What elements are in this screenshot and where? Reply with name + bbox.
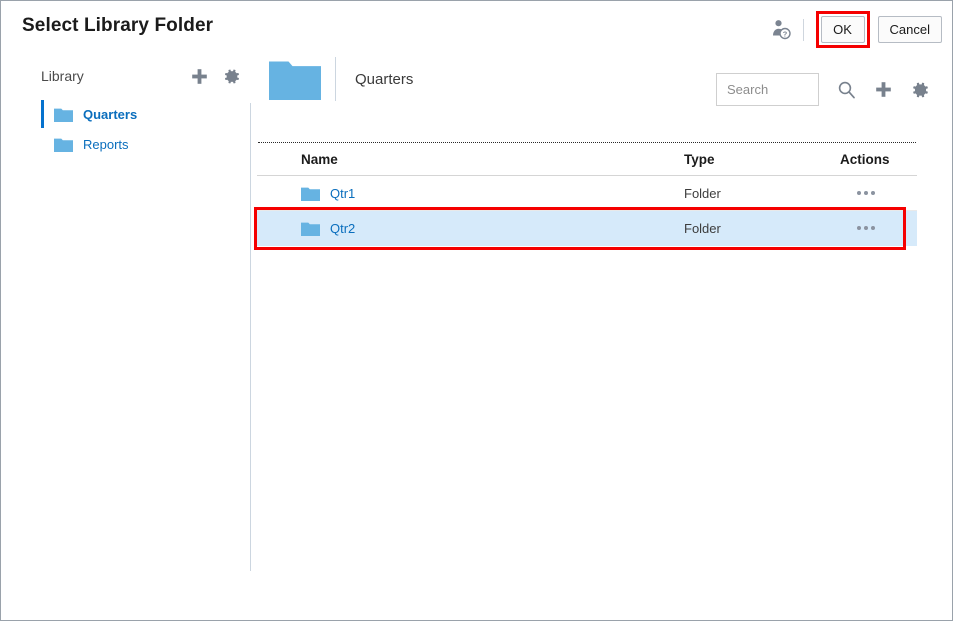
row-name-link[interactable]: Qtr1 bbox=[330, 186, 355, 201]
dialog-footer bbox=[1, 571, 952, 620]
main-content: Quarters Search Name Type Actions Qtr1 F… bbox=[251, 48, 952, 571]
plus-icon[interactable] bbox=[873, 80, 893, 100]
ok-button-highlight: OK bbox=[815, 11, 870, 48]
gear-icon[interactable] bbox=[222, 67, 241, 86]
folder-icon bbox=[301, 187, 320, 201]
folder-table: Name Type Actions Qtr1 Folder Qtr2 Folde… bbox=[254, 142, 917, 250]
column-header-name[interactable]: Name bbox=[301, 152, 338, 167]
sidebar-title: Library bbox=[41, 68, 84, 84]
dialog-header: Select Library Folder ? OK Cancel bbox=[1, 1, 952, 48]
sidebar-header: Library bbox=[41, 67, 239, 89]
page-title: Select Library Folder bbox=[22, 15, 214, 36]
breadcrumb: Quarters bbox=[269, 54, 413, 104]
dot bbox=[871, 191, 875, 195]
table-row[interactable]: Qtr1 Folder bbox=[257, 176, 917, 211]
content-toolbar bbox=[716, 73, 930, 106]
column-header-actions: Actions bbox=[840, 152, 890, 167]
cancel-button[interactable]: Cancel bbox=[877, 16, 942, 43]
svg-text:?: ? bbox=[782, 29, 787, 38]
folder-icon bbox=[54, 108, 73, 122]
column-header-type[interactable]: Type bbox=[684, 152, 715, 167]
sidebar-item-reports[interactable]: Reports bbox=[41, 130, 241, 158]
sidebar-item-quarters[interactable]: Quarters bbox=[41, 100, 241, 128]
header-divider bbox=[802, 18, 804, 41]
library-sidebar: Library Quarters Reports bbox=[1, 48, 251, 618]
user-help-icon[interactable]: ? bbox=[768, 17, 794, 43]
gear-icon[interactable] bbox=[910, 80, 930, 100]
search-icon[interactable] bbox=[836, 80, 856, 100]
table-row[interactable]: Qtr2 Folder bbox=[254, 207, 917, 250]
header-actions: ? OK Cancel bbox=[768, 11, 942, 48]
plus-icon[interactable] bbox=[190, 67, 209, 86]
dot bbox=[857, 226, 861, 230]
folder-icon bbox=[301, 222, 320, 236]
more-options-icon[interactable] bbox=[857, 191, 875, 195]
more-options-icon[interactable] bbox=[857, 226, 875, 230]
dot bbox=[864, 226, 868, 230]
table-header-row: Name Type Actions bbox=[257, 143, 917, 176]
row-name-cell: Qtr2 bbox=[301, 221, 355, 236]
breadcrumb-divider bbox=[335, 57, 336, 101]
dot bbox=[857, 191, 861, 195]
sidebar-item-label: Quarters bbox=[83, 106, 138, 122]
selection-accent-bar bbox=[41, 100, 44, 128]
sidebar-item-label: Reports bbox=[83, 136, 129, 152]
select-library-folder-dialog: Select Library Folder ? OK Cancel Librar… bbox=[0, 0, 953, 621]
row-type-cell: Folder bbox=[684, 185, 721, 201]
dot bbox=[871, 226, 875, 230]
row-name-cell: Qtr1 bbox=[301, 186, 355, 201]
breadcrumb-label: Quarters bbox=[355, 70, 414, 88]
dot bbox=[864, 191, 868, 195]
ok-button[interactable]: OK bbox=[820, 16, 865, 43]
row-name-link[interactable]: Qtr2 bbox=[330, 221, 355, 236]
folder-icon bbox=[269, 61, 321, 100]
row-type-cell: Folder bbox=[684, 220, 721, 236]
search-input[interactable] bbox=[716, 73, 819, 106]
folder-icon bbox=[54, 138, 73, 152]
